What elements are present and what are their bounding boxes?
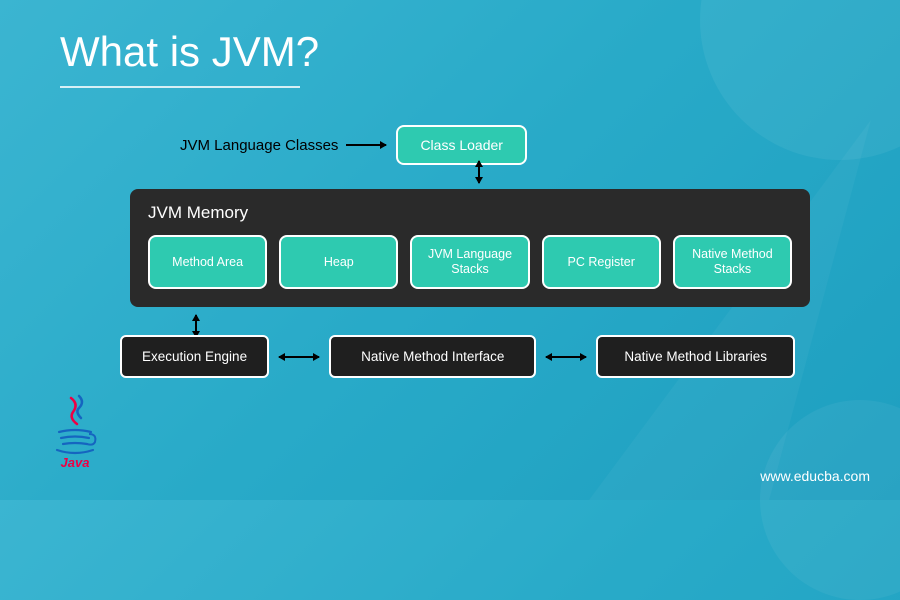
arrow-memory-exec bbox=[195, 315, 197, 337]
jvm-language-stacks-box: JVM Language Stacks bbox=[410, 235, 529, 289]
arrow-exec-nmi bbox=[279, 356, 319, 358]
pc-register-box: PC Register bbox=[542, 235, 661, 289]
watermark: www.educba.com bbox=[760, 468, 870, 484]
class-loader-box: Class Loader bbox=[396, 125, 527, 165]
jvm-language-classes-label: JVM Language Classes bbox=[180, 137, 338, 154]
method-area-box: Method Area bbox=[148, 235, 267, 289]
java-cup-icon bbox=[51, 394, 99, 459]
java-logo: Java bbox=[40, 380, 110, 470]
page-title: What is JVM? bbox=[60, 28, 319, 76]
java-logo-text: Java bbox=[61, 455, 90, 470]
native-method-stacks-box: Native Method Stacks bbox=[673, 235, 792, 289]
arrow-classloader-memory bbox=[478, 161, 480, 183]
native-method-interface-box: Native Method Interface bbox=[329, 335, 536, 378]
jvm-memory-title: JVM Memory bbox=[148, 203, 792, 223]
arrow-to-class-loader bbox=[346, 144, 386, 146]
jvm-diagram: JVM Language Classes Class Loader JVM Me… bbox=[130, 125, 850, 378]
native-method-libraries-box: Native Method Libraries bbox=[596, 335, 795, 378]
title-underline bbox=[60, 86, 300, 88]
jvm-memory-panel: JVM Memory Method Area Heap JVM Language… bbox=[130, 189, 810, 307]
execution-engine-box: Execution Engine bbox=[120, 335, 269, 378]
heap-box: Heap bbox=[279, 235, 398, 289]
arrow-nmi-nml bbox=[546, 356, 586, 358]
